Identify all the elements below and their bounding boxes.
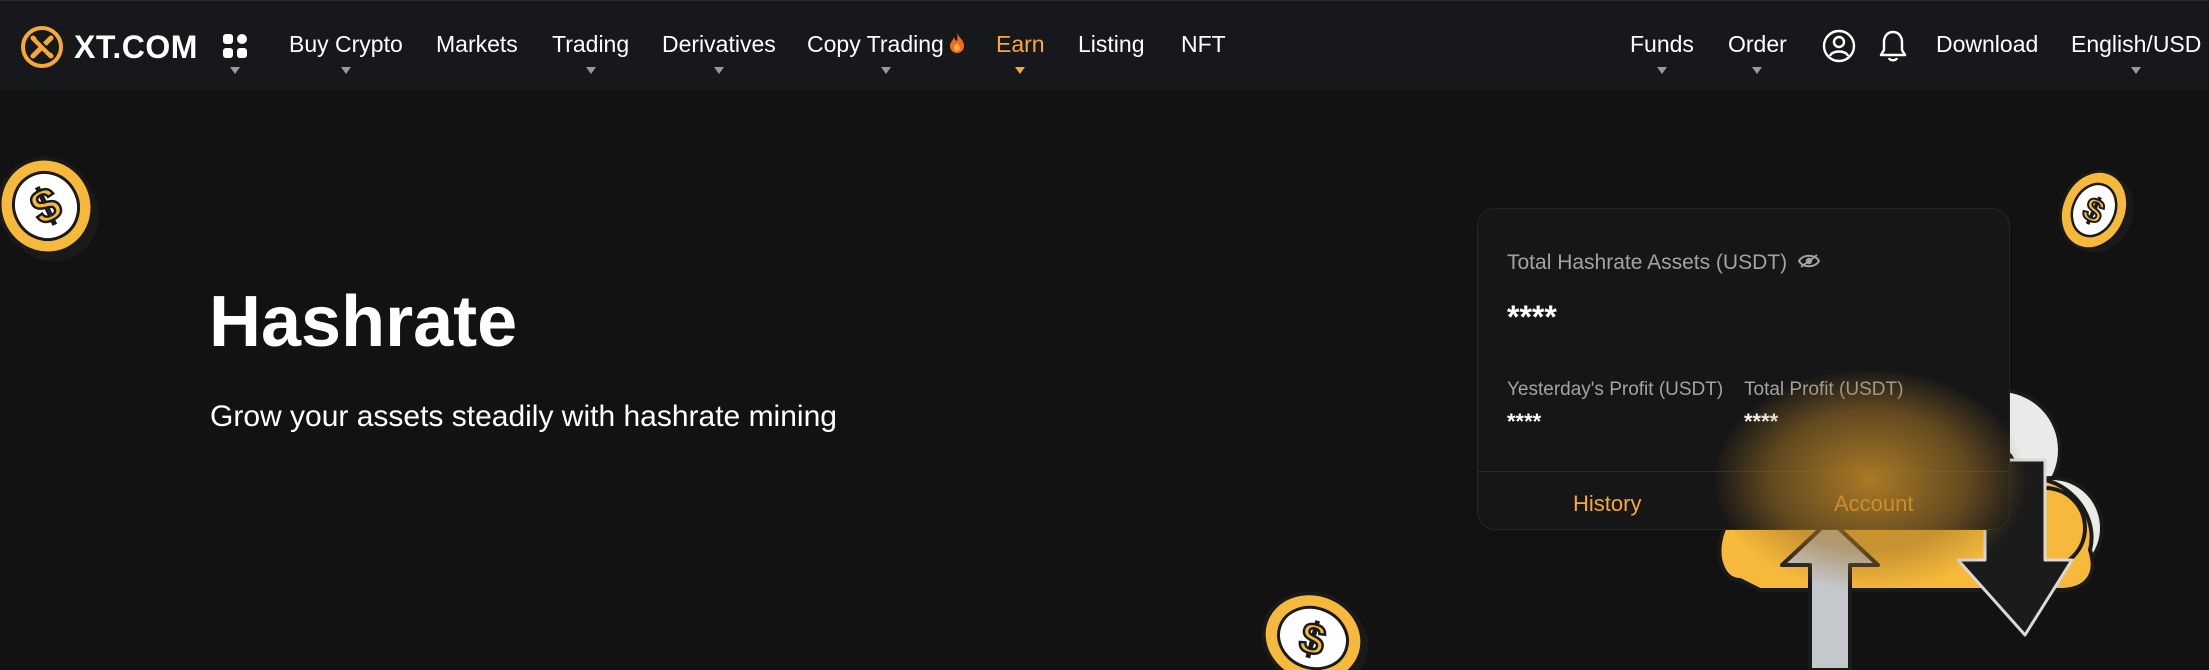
xt-logo[interactable]: XT.COM [20,25,198,69]
notifications-button[interactable] [1878,29,1908,68]
nav-label: NFT [1181,31,1226,57]
page-title: Hashrate [209,282,518,362]
dollar-coin-icon: $ [0,156,99,262]
nav-label: Buy Crypto [289,31,403,57]
apps-menu[interactable] [222,33,248,74]
nav-earn[interactable]: Earn [996,31,1045,74]
nav-label: Trading [552,31,630,57]
nav-buy-crypto[interactable]: Buy Crypto [289,31,403,74]
nav-label: Funds [1630,31,1694,57]
card-divider [1478,471,2009,472]
account-link[interactable]: Account [1834,491,1914,517]
dollar-coin-icon: $ [1261,591,1369,670]
apps-grid-icon [223,34,247,58]
hashrate-assets-card: Total Hashrate Assets (USDT) **** Yester… [1477,208,2010,530]
history-link[interactable]: History [1573,491,1641,517]
nav-funds[interactable]: Funds [1630,31,1694,74]
nav-label: Order [1728,31,1787,57]
logo-text: XT.COM [74,28,198,65]
total-profit-label: Total Profit (USDT) [1744,379,1904,400]
nav-trading[interactable]: Trading [552,31,630,74]
nav-markets[interactable]: Markets [436,31,518,58]
chevron-down-icon [1015,67,1026,74]
chevron-down-icon [340,67,351,74]
page-subtitle: Grow your assets steadily with hashrate … [210,400,837,433]
total-profit-value: **** [1744,409,1779,434]
yesterday-profit-value: **** [1507,409,1542,434]
chevron-down-icon [1752,67,1763,74]
bell-icon [1879,30,1907,62]
nav-language[interactable]: English/USD [2071,31,2202,74]
nav-label: Derivatives [662,31,776,57]
nav-derivatives[interactable]: Derivatives [662,31,776,74]
nav-copy-trading[interactable]: Copy Trading [807,31,966,74]
nav-label: Copy Trading [807,31,944,57]
chevron-down-icon [585,67,596,74]
yesterday-profit-label: Yesterday's Profit (USDT) [1507,379,1724,400]
nav-label: Earn [996,31,1045,57]
nav-listing[interactable]: Listing [1078,31,1144,58]
nav-label: Markets [436,31,518,57]
nav-label: Download [1936,31,2039,57]
chevron-down-icon [713,67,724,74]
chevron-down-icon [1656,67,1667,74]
chevron-down-icon [2131,67,2142,74]
dollar-coin-icon: $ [2058,169,2134,253]
user-icon [1822,29,1856,63]
chevron-down-icon [230,67,240,74]
total-assets-label: Total Hashrate Assets (USDT) [1507,251,1788,274]
user-account-button[interactable] [1822,29,1856,68]
nav-order[interactable]: Order [1728,31,1787,74]
flame-icon [949,33,964,53]
xt-logo-icon [21,26,63,68]
nav-label: English/USD [2071,31,2202,57]
top-navbar: XT.COM Buy Crypto Markets Trading Deriva… [0,0,2209,90]
nav-nft[interactable]: NFT [1181,31,1226,58]
nav-download[interactable]: Download [1936,31,2038,58]
total-assets-value: **** [1507,299,1557,335]
chevron-down-icon [881,67,892,74]
eye-hide-icon[interactable] [1798,253,1820,269]
nav-label: Listing [1078,31,1145,57]
